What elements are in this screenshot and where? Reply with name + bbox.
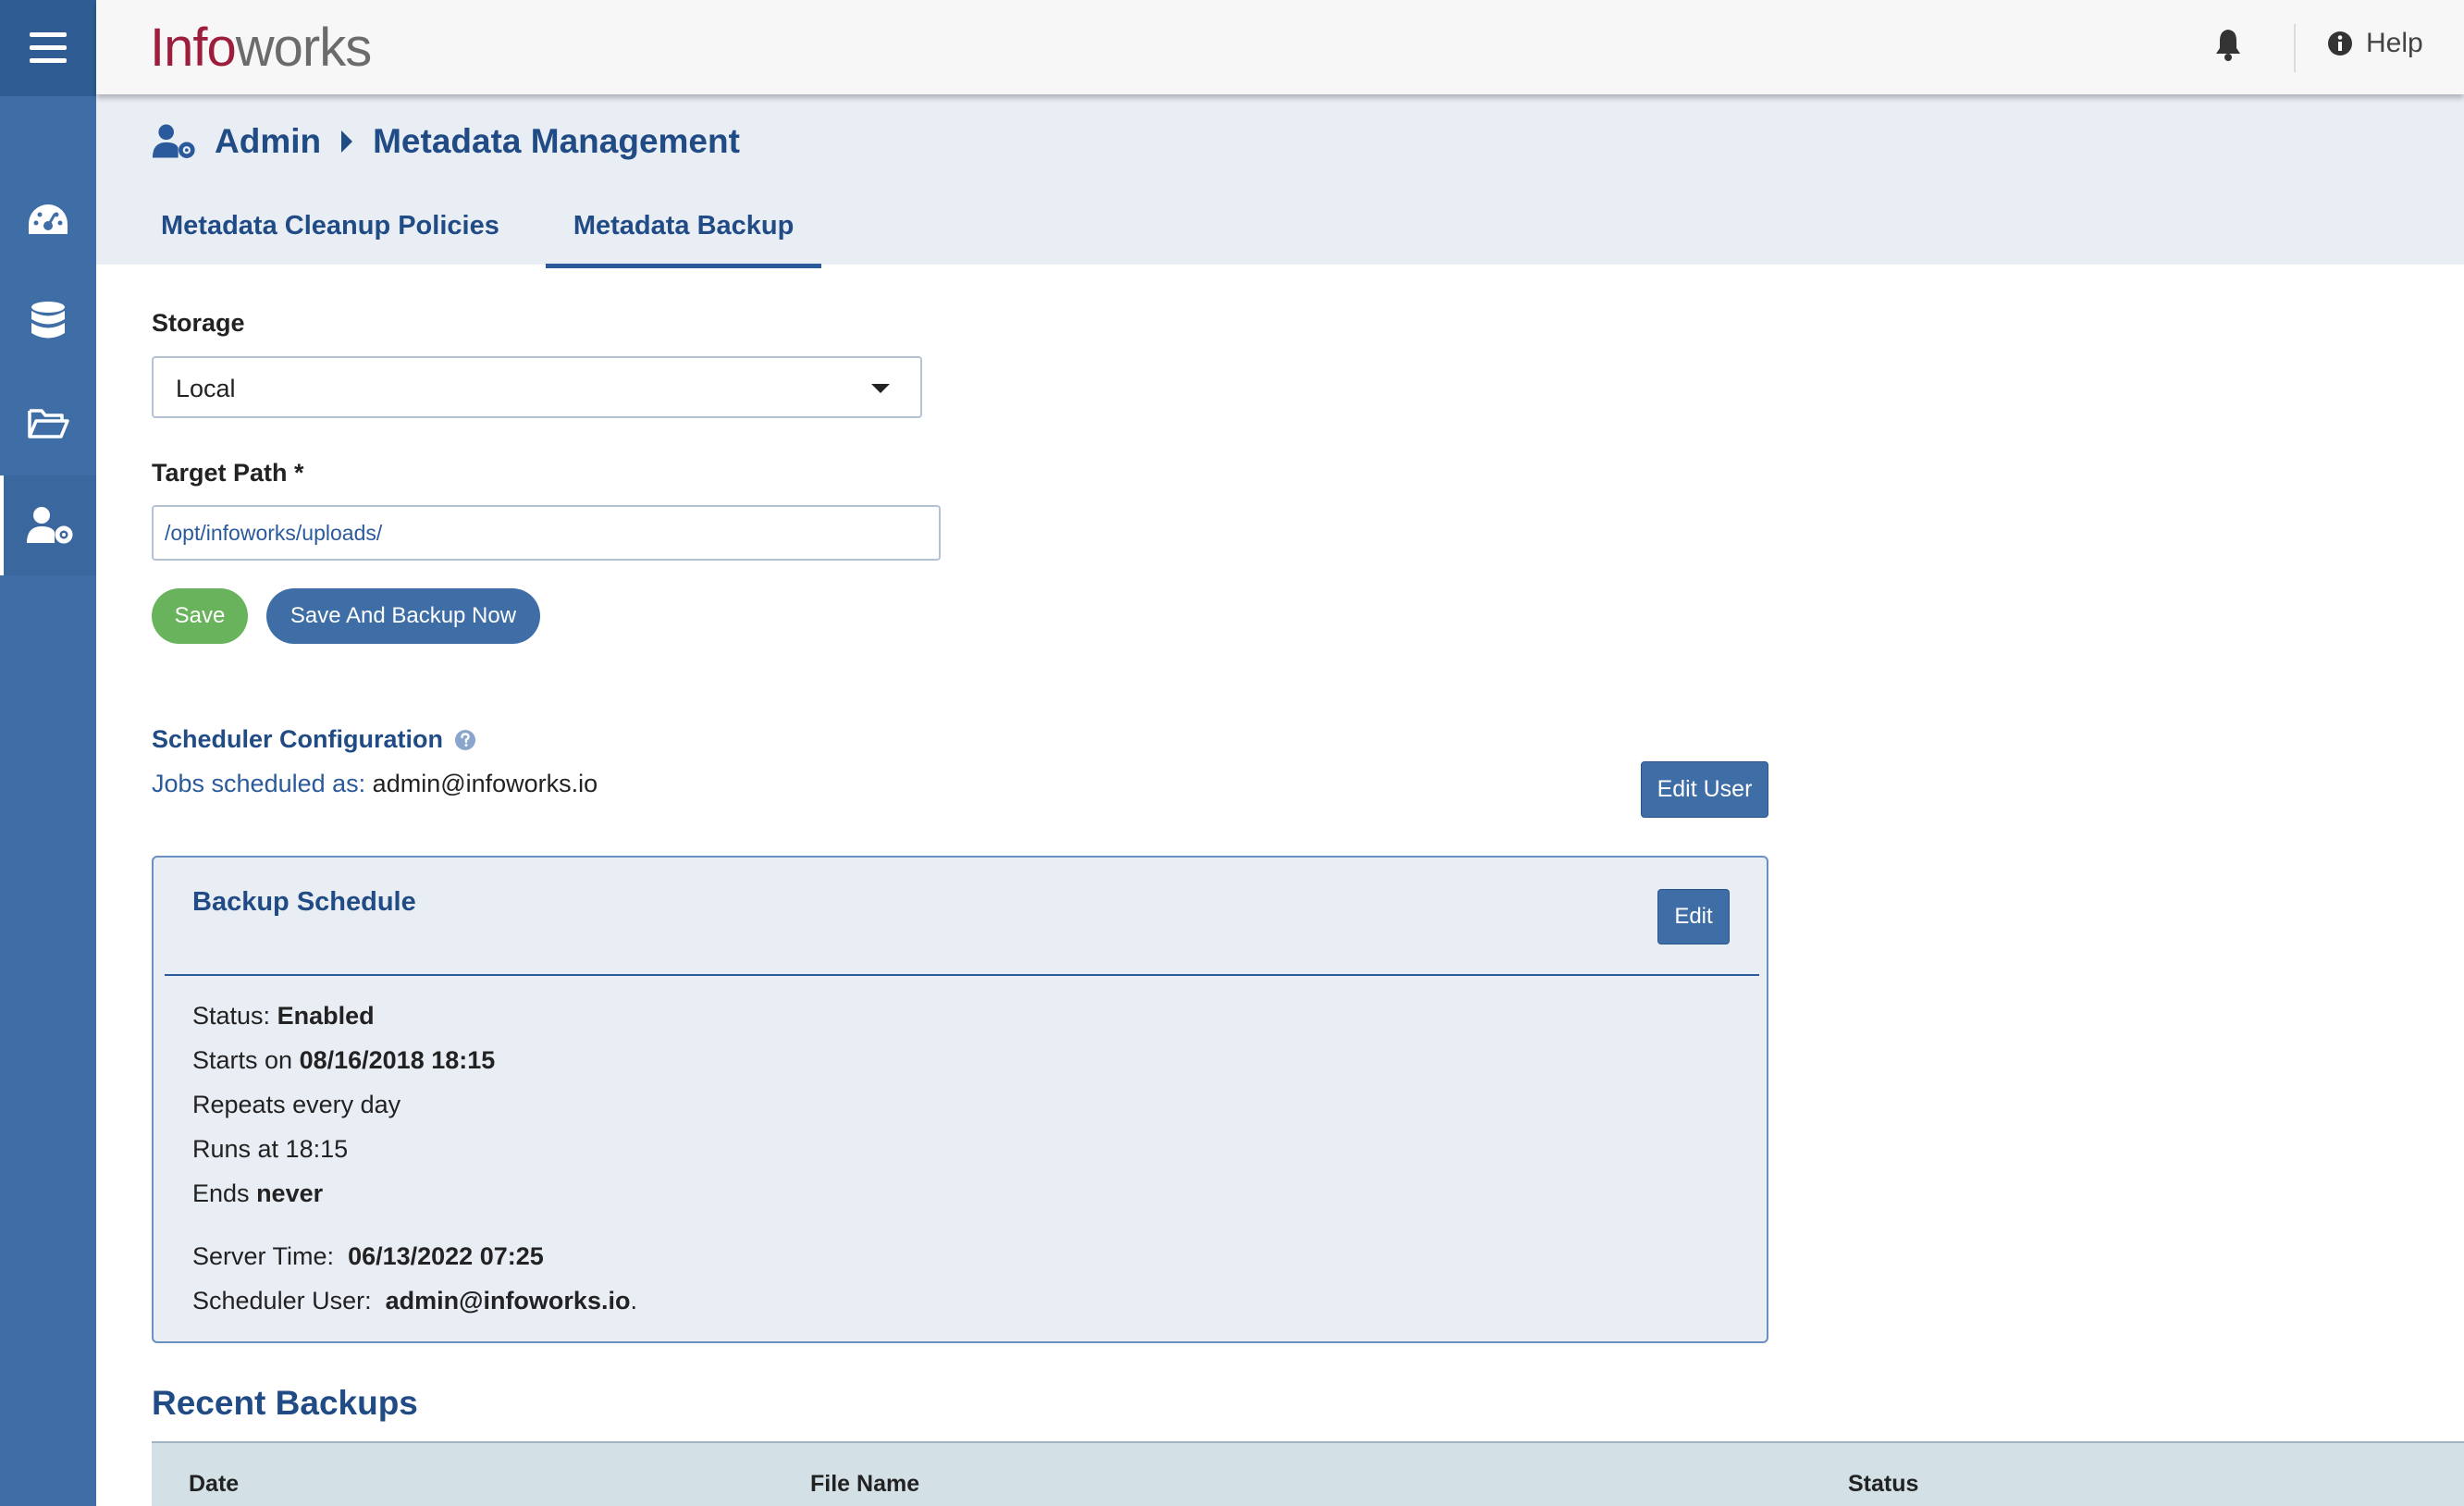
- sidebar: [0, 0, 96, 1506]
- logo[interactable]: Infoworks: [150, 17, 372, 79]
- help-link[interactable]: Help: [2327, 28, 2423, 59]
- menu-button[interactable]: [0, 0, 96, 96]
- sidebar-item-dashboard[interactable]: [0, 170, 96, 270]
- notifications-button[interactable]: [2214, 28, 2242, 66]
- page-header: Admin Metadata Management Metadata Clean…: [96, 94, 2464, 268]
- storage-label: Storage: [152, 309, 245, 337]
- target-path-input[interactable]: [152, 505, 941, 561]
- bell-icon: [2216, 30, 2240, 61]
- schedule-runs: Runs at 18:15: [192, 1135, 349, 1163]
- jobs-scheduled-value: admin@infoworks.io: [372, 770, 598, 797]
- jobs-scheduled-as: Jobs scheduled as: admin@infoworks.io: [152, 770, 598, 798]
- sidebar-item-data[interactable]: [0, 271, 96, 371]
- edit-schedule-button[interactable]: Edit: [1657, 889, 1730, 944]
- save-and-backup-button[interactable]: Save And Backup Now: [266, 588, 540, 644]
- breadcrumb: Admin Metadata Management: [152, 122, 740, 161]
- backup-schedule-title: Backup Schedule: [192, 887, 416, 917]
- breadcrumb-admin[interactable]: Admin: [215, 122, 321, 161]
- menu-icon: [30, 32, 67, 63]
- scheduler-configuration-heading: Scheduler Configuration: [152, 725, 476, 754]
- column-header-file-name[interactable]: File Name: [810, 1471, 919, 1498]
- divider: [2294, 24, 2296, 72]
- storage-select[interactable]: Local: [152, 356, 922, 418]
- chevron-right-icon: [341, 130, 353, 153]
- sidebar-item-admin[interactable]: [0, 475, 96, 575]
- question-icon[interactable]: [454, 729, 476, 751]
- backup-schedule-panel: Backup Schedule Edit Status: Enabled Sta…: [152, 856, 1768, 1343]
- schedule-status: Status: Enabled: [192, 1002, 375, 1030]
- scheduler-user: Scheduler User: admin@infoworks.io.: [192, 1287, 637, 1315]
- user-gear-icon: [27, 507, 73, 544]
- table-header: Date File Name Status: [152, 1441, 2464, 1506]
- top-bar: Infoworks Help: [96, 0, 2464, 94]
- database-icon: [31, 302, 65, 339]
- dashboard-icon: [29, 204, 68, 234]
- scheduler-configuration-title: Scheduler Configuration: [152, 725, 444, 753]
- info-icon: [2328, 31, 2352, 56]
- divider: [165, 974, 1759, 976]
- schedule-ends: Ends never: [192, 1179, 324, 1207]
- server-time: Server Time: 06/13/2022 07:25: [192, 1242, 544, 1270]
- folder-icon: [28, 409, 69, 438]
- column-header-status[interactable]: Status: [1848, 1471, 1918, 1498]
- column-header-date[interactable]: Date: [189, 1471, 239, 1498]
- schedule-starts: Starts on 08/16/2018 18:15: [192, 1046, 496, 1074]
- jobs-scheduled-label: Jobs scheduled as:: [152, 770, 366, 797]
- tab-bar: Metadata Cleanup Policies Metadata Backu…: [133, 196, 840, 268]
- help-label: Help: [2366, 28, 2423, 58]
- storage-select-value: Local: [176, 375, 236, 402]
- target-path-label: Target Path *: [152, 459, 304, 487]
- save-button[interactable]: Save: [152, 588, 248, 644]
- user-gear-icon: [152, 124, 195, 158]
- recent-backups-heading: Recent Backups: [152, 1384, 418, 1422]
- page-title: Metadata Management: [373, 122, 740, 160]
- schedule-repeats: Repeats every day: [192, 1091, 401, 1118]
- tab-metadata-cleanup-policies[interactable]: Metadata Cleanup Policies: [133, 196, 527, 268]
- edit-user-button[interactable]: Edit User: [1641, 761, 1768, 818]
- caret-down-icon: [871, 384, 890, 393]
- tab-metadata-backup[interactable]: Metadata Backup: [545, 196, 822, 268]
- sidebar-item-files[interactable]: [0, 374, 96, 474]
